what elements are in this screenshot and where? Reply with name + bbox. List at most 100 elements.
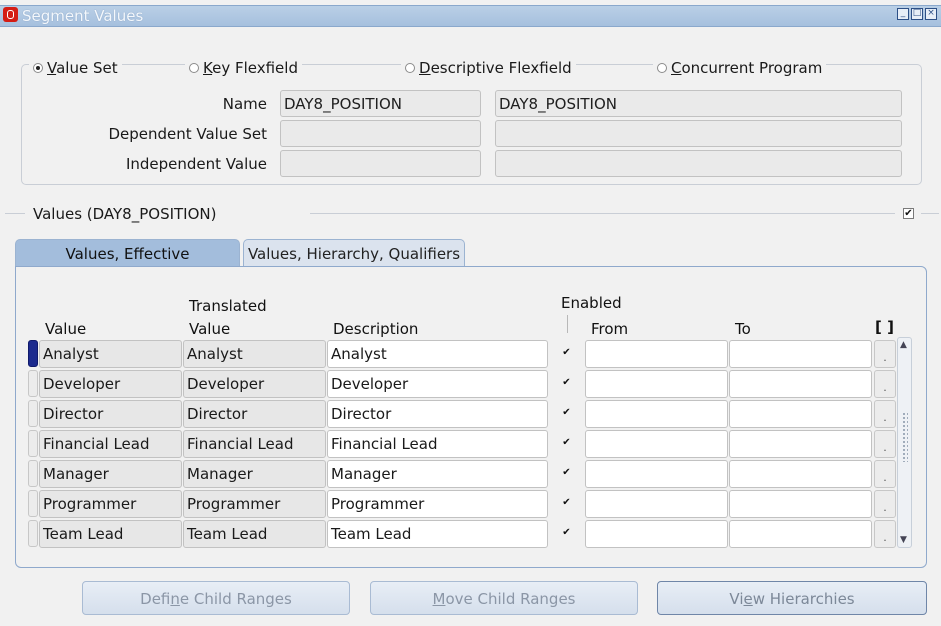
- radio-key-flexfield-label: Key Flexfield: [203, 59, 298, 77]
- enabled-checkbox[interactable]: ✔: [561, 408, 572, 419]
- values-section-checkbox[interactable]: ✔: [903, 208, 914, 219]
- define-child-ranges-button[interactable]: Define Child Ranges: [82, 581, 350, 615]
- column-header-translated-top: Translated: [189, 297, 267, 315]
- view-hierarchies-button[interactable]: View Hierarchies: [657, 581, 927, 615]
- column-header-value: Value: [45, 320, 87, 338]
- cell-description[interactable]: Manager: [327, 460, 548, 488]
- cell-translated-value[interactable]: Programmer: [183, 490, 326, 518]
- cell-translated-value[interactable]: Manager: [183, 460, 326, 488]
- cell-from[interactable]: [585, 520, 728, 548]
- column-header-enabled: Enabled: [561, 294, 622, 312]
- cell-from[interactable]: [585, 370, 728, 398]
- descriptive-flexfield-button[interactable]: .: [874, 520, 896, 548]
- row-selector[interactable]: [28, 340, 38, 367]
- cell-description[interactable]: Developer: [327, 370, 548, 398]
- column-header-description: Description: [333, 320, 419, 338]
- cell-to[interactable]: [729, 490, 872, 518]
- scroll-up-icon[interactable]: ▲: [900, 340, 907, 350]
- cell-translated-value[interactable]: Director: [183, 400, 326, 428]
- cell-from[interactable]: [585, 340, 728, 368]
- radio-descriptive-flexfield[interactable]: Descriptive Flexfield: [401, 58, 576, 78]
- cell-translated-value[interactable]: Team Lead: [183, 520, 326, 548]
- row-selector[interactable]: [28, 400, 38, 427]
- descriptive-flexfield-button[interactable]: .: [874, 370, 896, 398]
- independent-value-label: Independent Value: [125, 155, 267, 173]
- move-child-ranges-button[interactable]: Move Child Ranges: [370, 581, 638, 615]
- row-selector[interactable]: [28, 460, 38, 487]
- name-label: Name: [222, 95, 267, 113]
- cell-value[interactable]: Manager: [39, 460, 182, 488]
- enabled-checkbox[interactable]: ✔: [561, 378, 572, 389]
- dependent-value-set-label: Dependent Value Set: [108, 125, 267, 143]
- section-divider-left: [5, 213, 25, 214]
- radio-concurrent-program-indicator[interactable]: [657, 63, 667, 73]
- cell-to[interactable]: [729, 400, 872, 428]
- radio-descriptive-flexfield-label: Descriptive Flexfield: [419, 59, 572, 77]
- radio-value-set-indicator[interactable]: [33, 63, 43, 73]
- window-title: Segment Values: [22, 7, 144, 25]
- enabled-checkbox[interactable]: ✔: [561, 348, 572, 359]
- radio-key-flexfield-indicator[interactable]: [189, 63, 199, 73]
- vertical-scrollbar[interactable]: ▲ ▼: [897, 337, 912, 548]
- radio-concurrent-program-label: Concurrent Program: [671, 59, 823, 77]
- radio-value-set[interactable]: Value Set: [29, 58, 122, 78]
- cell-value[interactable]: Programmer: [39, 490, 182, 518]
- scrollbar-grip[interactable]: [902, 412, 908, 462]
- enabled-checkbox[interactable]: ✔: [561, 468, 572, 479]
- row-selector[interactable]: [28, 490, 38, 517]
- cell-from[interactable]: [585, 430, 728, 458]
- cell-description[interactable]: Analyst: [327, 340, 548, 368]
- name-field[interactable]: DAY8_POSITION: [280, 90, 481, 117]
- cell-translated-value[interactable]: Analyst: [183, 340, 326, 368]
- enabled-checkbox[interactable]: ✔: [561, 438, 572, 449]
- cell-from[interactable]: [585, 490, 728, 518]
- radio-descriptive-flexfield-indicator[interactable]: [405, 63, 415, 73]
- enabled-checkbox[interactable]: ✔: [561, 498, 572, 509]
- cell-translated-value[interactable]: Developer: [183, 370, 326, 398]
- minimize-icon[interactable]: _: [897, 8, 909, 20]
- enabled-header-separator: [567, 315, 568, 333]
- radio-key-flexfield[interactable]: Key Flexfield: [185, 58, 302, 78]
- dependent-value-set-description-field[interactable]: [495, 120, 902, 147]
- cell-description[interactable]: Programmer: [327, 490, 548, 518]
- enabled-checkbox[interactable]: ✔: [561, 528, 572, 539]
- row-selector[interactable]: [28, 370, 38, 397]
- cell-from[interactable]: [585, 400, 728, 428]
- cell-to[interactable]: [729, 370, 872, 398]
- cell-value[interactable]: Director: [39, 400, 182, 428]
- row-selector[interactable]: [28, 430, 38, 457]
- independent-value-field[interactable]: [280, 150, 481, 177]
- values-section-title: Values (DAY8_POSITION): [33, 205, 217, 223]
- cell-value[interactable]: Analyst: [39, 340, 182, 368]
- dependent-value-set-field[interactable]: [280, 120, 481, 147]
- cell-description[interactable]: Team Lead: [327, 520, 548, 548]
- cell-value[interactable]: Financial Lead: [39, 430, 182, 458]
- cell-value[interactable]: Developer: [39, 370, 182, 398]
- row-selector[interactable]: [28, 520, 38, 547]
- tab-values-effective[interactable]: Values, Effective: [15, 239, 240, 267]
- descriptive-flexfield-button[interactable]: .: [874, 400, 896, 428]
- cell-description[interactable]: Financial Lead: [327, 430, 548, 458]
- cell-to[interactable]: [729, 340, 872, 368]
- cell-value[interactable]: Team Lead: [39, 520, 182, 548]
- cell-to[interactable]: [729, 460, 872, 488]
- descriptive-flexfield-button[interactable]: .: [874, 490, 896, 518]
- scroll-down-icon[interactable]: ▼: [900, 535, 907, 545]
- descriptive-flexfield-button[interactable]: .: [874, 460, 896, 488]
- tab-values-hierarchy-qualifiers[interactable]: Values, Hierarchy, Qualifiers: [243, 239, 465, 267]
- close-icon[interactable]: ×: [925, 8, 937, 20]
- window-title-bar[interactable]: Segment Values _ □ ×: [0, 0, 941, 31]
- cell-to[interactable]: [729, 430, 872, 458]
- descriptive-flexfield-button[interactable]: .: [874, 340, 896, 368]
- section-divider-end: [921, 213, 939, 214]
- cell-from[interactable]: [585, 460, 728, 488]
- radio-concurrent-program[interactable]: Concurrent Program: [653, 58, 827, 78]
- cell-translated-value[interactable]: Financial Lead: [183, 430, 326, 458]
- column-header-to: To: [735, 320, 751, 338]
- descriptive-flexfield-button[interactable]: .: [874, 430, 896, 458]
- maximize-icon[interactable]: □: [911, 8, 923, 20]
- cell-to[interactable]: [729, 520, 872, 548]
- independent-value-description-field[interactable]: [495, 150, 902, 177]
- name-description-field[interactable]: DAY8_POSITION: [495, 90, 902, 117]
- cell-description[interactable]: Director: [327, 400, 548, 428]
